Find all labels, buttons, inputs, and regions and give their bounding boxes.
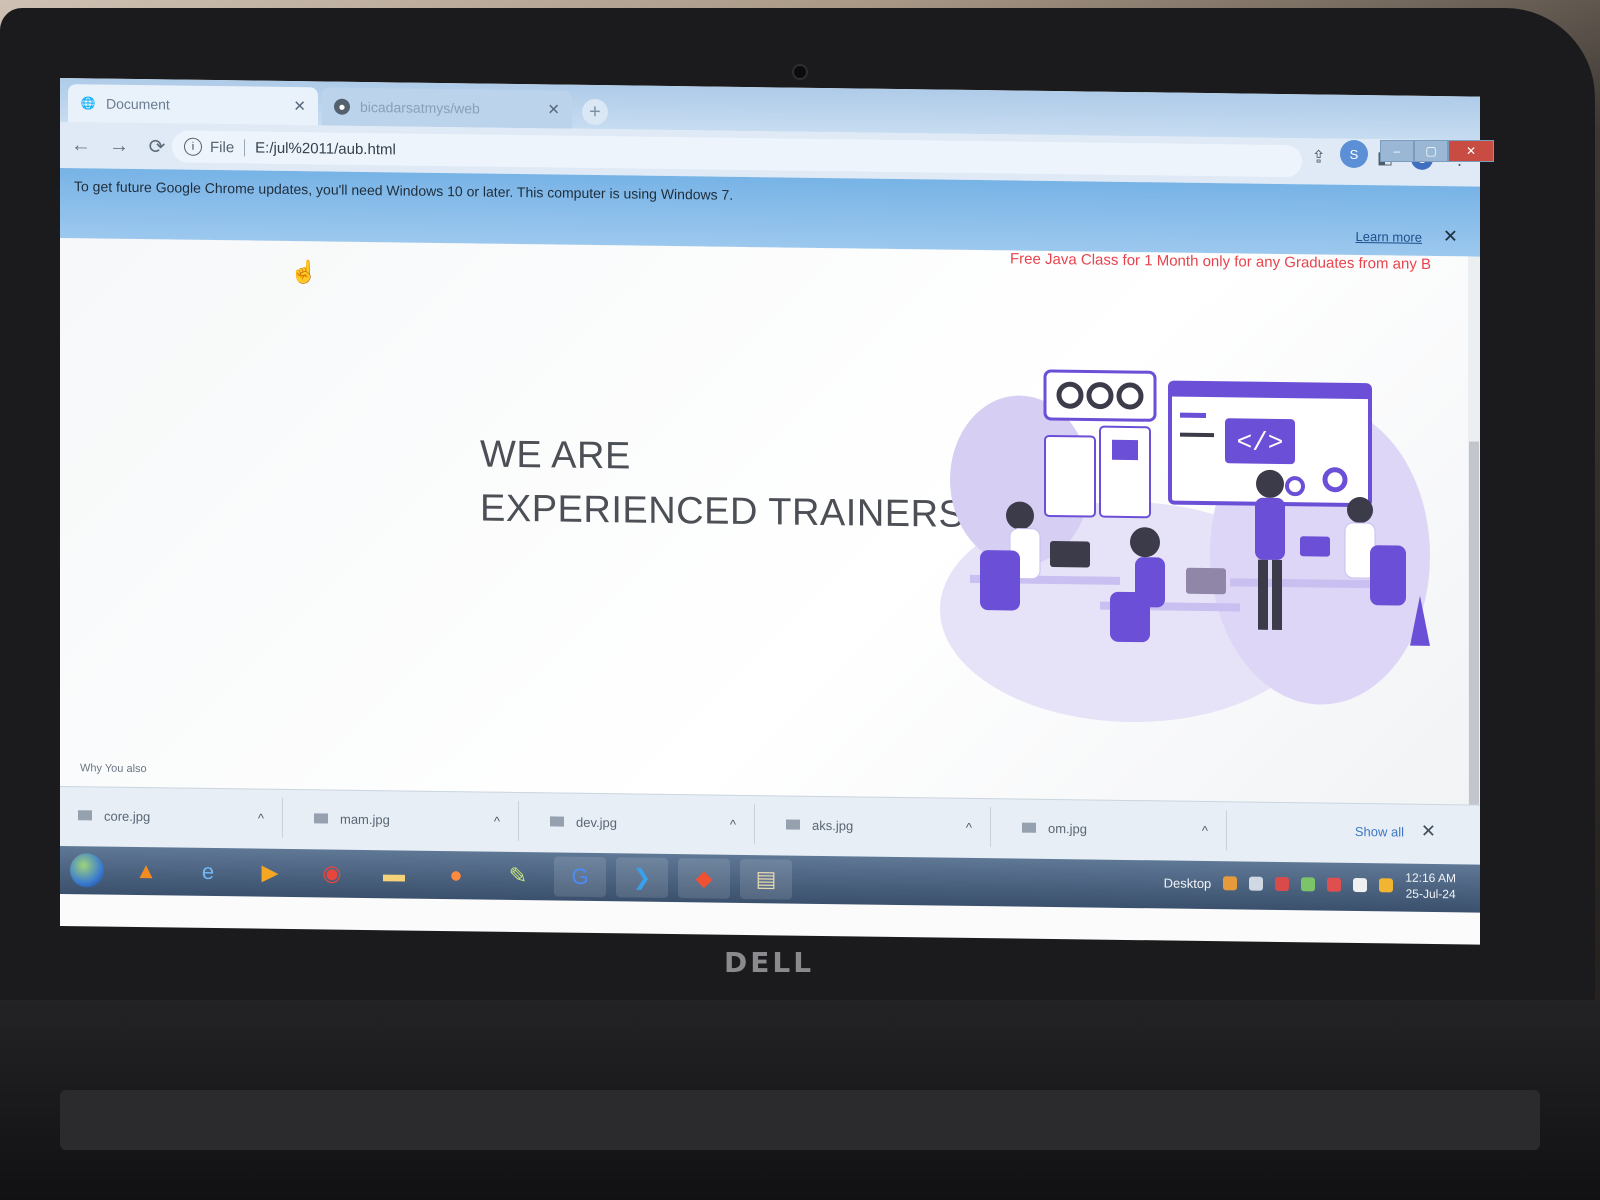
section-peek: Why You also xyxy=(80,762,147,776)
url-scheme: File xyxy=(210,138,246,156)
hero-headline: WE ARE EXPERIENCED TRAINERS xyxy=(480,427,964,541)
download-filename: dev.jpg xyxy=(576,814,617,830)
download-filename: aks.jpg xyxy=(812,817,854,833)
download-item[interactable]: dev.jpg ^ xyxy=(532,801,755,845)
chevron-up-icon[interactable]: ^ xyxy=(258,810,264,825)
image-file-icon xyxy=(550,816,564,827)
clock-date: 25-Jul-24 xyxy=(1405,886,1456,902)
download-item[interactable]: om.jpg ^ xyxy=(1004,807,1227,851)
close-icon[interactable]: ✕ xyxy=(1421,821,1436,842)
image-file-icon xyxy=(78,810,92,821)
volume-icon[interactable] xyxy=(1327,877,1342,892)
close-tab-icon[interactable]: ✕ xyxy=(547,100,560,118)
tab-document[interactable]: 🌐 Document ✕ xyxy=(68,84,318,126)
learn-more-link[interactable]: Learn more xyxy=(1356,229,1422,245)
share-icon[interactable]: ⇪ xyxy=(1311,147,1325,167)
media-player-icon[interactable]: ▶ xyxy=(244,852,296,893)
image-file-icon xyxy=(786,819,800,830)
team-coding-illustration: </> xyxy=(940,369,1430,723)
page-scrollbar[interactable] xyxy=(1468,256,1480,822)
firefox-icon[interactable]: ● xyxy=(430,855,482,896)
git-icon[interactable]: ◆ xyxy=(678,858,730,899)
web-page: Free Java Class for 1 Month only for any… xyxy=(60,238,1468,805)
download-item[interactable]: mam.jpg ^ xyxy=(296,798,519,842)
headline-line-1: WE ARE xyxy=(480,433,631,478)
profile-chip[interactable]: S xyxy=(1340,140,1368,168)
globe-icon: 🌐 xyxy=(80,96,96,111)
tab-github[interactable]: ● bicadarsatmys/web ✕ xyxy=(322,87,572,129)
system-tray: Desktop 12:16 AM 25-Jul-24 xyxy=(1164,866,1456,902)
hand-cursor-icon: ☝ xyxy=(290,259,318,285)
forward-button[interactable]: → xyxy=(102,129,136,163)
minimize-button[interactable]: – xyxy=(1380,140,1414,162)
image-file-icon xyxy=(1022,822,1036,833)
action-center-flag-icon[interactable] xyxy=(1353,877,1368,893)
maximize-button[interactable]: ▢ xyxy=(1414,140,1448,162)
headline-line-2: EXPERIENCED TRAINERS xyxy=(480,487,965,536)
notepad-icon[interactable]: ✎ xyxy=(492,856,544,897)
folder-icon[interactable]: ▬ xyxy=(368,854,420,895)
network-signal-icon[interactable] xyxy=(1249,876,1264,891)
download-filename: core.jpg xyxy=(104,808,151,824)
tab-label: bicadarsatmys/web xyxy=(360,98,480,117)
laptop-hinge xyxy=(60,1090,1540,1150)
download-filename: om.jpg xyxy=(1048,820,1088,836)
close-tab-icon[interactable]: ✕ xyxy=(293,97,306,115)
svg-text:</>: </> xyxy=(1237,427,1284,458)
new-tab-button[interactable]: + xyxy=(582,98,608,126)
vlc-icon[interactable]: ▲ xyxy=(120,851,172,892)
chrome-icon[interactable]: ◉ xyxy=(306,853,358,894)
tray-app-icon[interactable] xyxy=(1275,876,1290,892)
tray-app-icon[interactable] xyxy=(1223,876,1238,891)
download-filename: mam.jpg xyxy=(340,811,390,827)
tab-label: Document xyxy=(106,95,170,113)
file-manager-icon[interactable]: ▤ xyxy=(740,858,792,900)
url-text[interactable]: E:/jul%2011/aub.html xyxy=(255,139,396,158)
vscode-icon[interactable]: ❯ xyxy=(616,857,668,898)
github-icon: ● xyxy=(334,98,350,115)
battery-icon[interactable] xyxy=(1379,878,1394,893)
desktop-toolbar-label[interactable]: Desktop xyxy=(1164,875,1212,891)
laptop-screen: 🌐 Document ✕ ● bicadarsatmys/web ✕ + ← →… xyxy=(60,78,1480,945)
download-item[interactable]: core.jpg ^ xyxy=(60,795,283,838)
chevron-up-icon[interactable]: ^ xyxy=(730,816,736,831)
internet-explorer-icon[interactable]: e xyxy=(182,852,234,893)
google-icon[interactable]: G xyxy=(554,856,606,898)
brand-logo: DELL xyxy=(724,946,815,979)
start-button[interactable] xyxy=(70,853,104,888)
window-controls: – ▢ ✕ xyxy=(1380,140,1494,162)
taskbar-clock[interactable]: 12:16 AM 25-Jul-24 xyxy=(1405,870,1456,903)
chevron-up-icon[interactable]: ^ xyxy=(966,819,972,834)
clock-time: 12:16 AM xyxy=(1405,870,1456,886)
back-button[interactable]: ← xyxy=(64,128,98,162)
address-bar[interactable]: i File E:/jul%2011/aub.html xyxy=(172,130,1302,178)
download-item[interactable]: aks.jpg ^ xyxy=(768,804,991,848)
show-all-link[interactable]: Show all xyxy=(1355,824,1404,840)
image-file-icon xyxy=(314,813,328,824)
close-window-button[interactable]: ✕ xyxy=(1448,140,1494,162)
reload-button[interactable]: ⟳ xyxy=(140,129,174,163)
tray-app-icon[interactable] xyxy=(1301,877,1316,892)
close-icon[interactable]: ✕ xyxy=(1443,226,1458,247)
scrollbar-thumb[interactable] xyxy=(1469,441,1479,822)
chevron-up-icon[interactable]: ^ xyxy=(1202,822,1208,837)
site-info-icon[interactable]: i xyxy=(184,137,202,156)
infobar-message: To get future Google Chrome updates, you… xyxy=(74,178,734,203)
chevron-up-icon[interactable]: ^ xyxy=(494,813,500,828)
webcam xyxy=(792,64,808,80)
